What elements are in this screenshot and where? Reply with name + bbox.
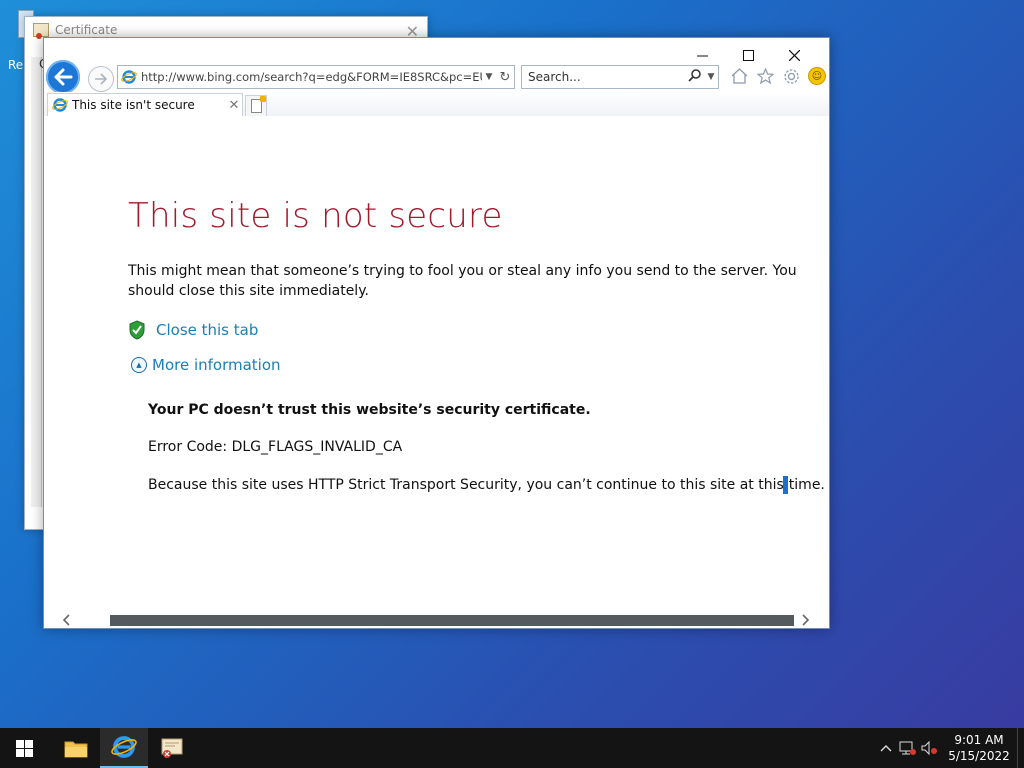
text-caret xyxy=(782,476,788,494)
feedback-smiley-icon[interactable]: ☺ xyxy=(806,65,828,87)
tab-active[interactable]: This site isn't secure ✕ xyxy=(47,93,243,116)
show-desktop-button[interactable] xyxy=(1017,728,1024,768)
page-content: This site is not secure This might mean … xyxy=(44,116,829,612)
page-title: This site is not secure xyxy=(128,196,503,236)
new-tab-icon xyxy=(250,96,266,113)
certificate-window-title: Certificate xyxy=(55,23,118,37)
address-url: http://www.bing.com/search?q=edg&FORM=IE… xyxy=(141,70,482,84)
system-tray: 9:01 AM 5/15/2022 xyxy=(875,728,1024,768)
ie-logo-icon xyxy=(121,70,137,84)
error-code: Error Code: DLG_FLAGS_INVALID_CA xyxy=(148,439,403,455)
favorites-star-icon[interactable] xyxy=(754,65,776,87)
certificate-icon xyxy=(161,738,183,758)
ie-tab-icon xyxy=(52,98,68,112)
tab-bar: This site isn't secure ✕ xyxy=(44,92,829,117)
certificate-warning: Your PC doesn’t trust this website’s sec… xyxy=(148,402,591,418)
navigation-bar: http://www.bing.com/search?q=edg&FORM=IE… xyxy=(44,60,829,94)
scroll-left-icon[interactable] xyxy=(58,612,74,628)
scrollbar-thumb[interactable] xyxy=(110,615,794,626)
search-box[interactable]: Search... ▼ xyxy=(521,65,719,89)
certificate-window-titlebar: Certificate xyxy=(33,23,118,39)
toolbar-icons: ☺ xyxy=(728,65,828,87)
taskbar-clock[interactable]: 9:01 AM 5/15/2022 xyxy=(941,732,1017,764)
start-button[interactable] xyxy=(0,728,48,768)
tab-label: This site isn't secure xyxy=(72,98,195,112)
horizontal-scrollbar[interactable] xyxy=(44,612,829,628)
search-dropdown-icon[interactable]: ▼ xyxy=(704,72,718,82)
show-hidden-icons-chevron-icon[interactable] xyxy=(875,728,897,768)
windows-logo-icon xyxy=(15,739,33,757)
taskbar-file-explorer[interactable] xyxy=(52,728,100,768)
network-icon[interactable] xyxy=(897,728,919,768)
certificate-icon xyxy=(33,23,49,39)
close-this-tab-link[interactable]: Close this tab xyxy=(156,321,258,339)
desktop-icon-label: Re xyxy=(8,58,24,72)
home-icon[interactable] xyxy=(728,65,750,87)
scroll-right-icon[interactable] xyxy=(798,612,814,628)
back-button[interactable] xyxy=(46,60,80,94)
settings-gear-icon[interactable] xyxy=(780,65,802,87)
taskbar-internet-explorer[interactable] xyxy=(100,728,148,768)
error-description: This might mean that someone’s trying to… xyxy=(128,263,797,299)
address-dropdown-icon[interactable]: ▼ xyxy=(482,72,496,82)
green-shield-check-icon xyxy=(129,320,145,340)
certificate-window-panel xyxy=(31,57,42,507)
tab-close-icon[interactable]: ✕ xyxy=(226,98,242,113)
hsts-message: Because this site uses HTTP Strict Trans… xyxy=(148,476,825,494)
search-icon[interactable] xyxy=(686,68,704,86)
address-bar[interactable]: http://www.bing.com/search?q=edg&FORM=IE… xyxy=(117,65,515,89)
ie-browser-window[interactable]: http://www.bing.com/search?q=edg&FORM=IE… xyxy=(43,37,830,629)
new-tab-button[interactable] xyxy=(245,95,267,117)
hsts-message-part1: Because this site uses HTTP Strict Trans… xyxy=(148,477,784,493)
forward-button[interactable] xyxy=(88,66,114,92)
ie-logo-icon xyxy=(111,736,137,758)
taskbar-certificate[interactable] xyxy=(148,728,196,768)
more-information-link[interactable]: More information xyxy=(152,356,281,374)
refresh-icon[interactable]: ↻ xyxy=(496,70,514,85)
volume-muted-icon[interactable] xyxy=(919,728,941,768)
desktop-icon-partial[interactable]: Re xyxy=(0,0,34,90)
hsts-message-part2: time. xyxy=(788,477,825,493)
more-information-row[interactable]: ▲ More information xyxy=(131,356,281,374)
clock-date: 5/15/2022 xyxy=(948,749,1010,763)
close-tab-row[interactable]: Close this tab xyxy=(128,320,258,340)
search-input[interactable]: Search... xyxy=(522,70,686,84)
back-arrow-icon xyxy=(54,68,73,86)
folder-icon xyxy=(64,741,88,758)
collapse-chevron-icon: ▲ xyxy=(131,357,147,373)
clock-time: 9:01 AM xyxy=(954,733,1004,747)
taskbar: 9:01 AM 5/15/2022 xyxy=(0,728,1024,768)
forward-arrow-icon xyxy=(95,73,108,85)
